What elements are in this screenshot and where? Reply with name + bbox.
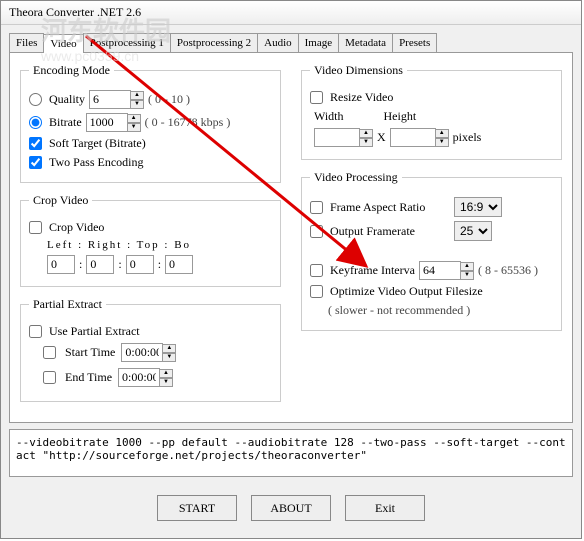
bitrate-down[interactable]: ▼ xyxy=(127,123,141,132)
start-up[interactable]: ▲ xyxy=(162,344,176,353)
check-soft-target[interactable] xyxy=(29,137,42,150)
window-title: Theora Converter .NET 2.6 xyxy=(9,5,141,19)
exit-button[interactable]: Exit xyxy=(345,495,425,521)
start-time-input[interactable] xyxy=(121,343,163,362)
group-crop-video: Crop Video Crop Video Left : Right : Top… xyxy=(20,193,281,287)
keyframe-down[interactable]: ▼ xyxy=(460,271,474,280)
radio-quality[interactable] xyxy=(29,93,42,106)
height-up[interactable]: ▲ xyxy=(435,129,449,138)
check-resize-video[interactable] xyxy=(310,91,323,104)
tab-postprocessing2[interactable]: Postprocessing 2 xyxy=(170,33,258,52)
bitrate-input[interactable] xyxy=(86,113,128,132)
crop-bottom[interactable] xyxy=(165,255,193,274)
tab-audio[interactable]: Audio xyxy=(257,33,299,52)
end-up[interactable]: ▲ xyxy=(159,369,173,378)
app-window: Theora Converter .NET 2.6 河东软件园 www.pc03… xyxy=(0,0,582,539)
height-input[interactable] xyxy=(390,128,436,147)
tabs: Files Video Postprocessing 1 Postprocess… xyxy=(9,33,573,53)
group-video-processing: Video Processing Frame Aspect Ratio 16:9… xyxy=(301,170,562,331)
check-framerate[interactable] xyxy=(310,225,323,238)
width-down[interactable]: ▼ xyxy=(359,138,373,147)
check-two-pass[interactable] xyxy=(29,156,42,169)
tab-image[interactable]: Image xyxy=(298,33,339,52)
group-partial-extract: Partial Extract Use Partial Extract Star… xyxy=(20,297,281,402)
tab-metadata[interactable]: Metadata xyxy=(338,33,393,52)
bitrate-up[interactable]: ▲ xyxy=(127,114,141,123)
group-encoding-mode: Encoding Mode Quality ▲▼ ( 0 - 10 ) Bitr… xyxy=(20,63,281,183)
tab-files[interactable]: Files xyxy=(9,33,44,52)
quality-up[interactable]: ▲ xyxy=(130,91,144,100)
crop-top[interactable] xyxy=(126,255,154,274)
start-button[interactable]: START xyxy=(157,495,237,521)
quality-down[interactable]: ▼ xyxy=(130,100,144,109)
keyframe-up[interactable]: ▲ xyxy=(460,262,474,271)
framerate-select[interactable]: 25 xyxy=(454,221,492,241)
tab-panel-video: Encoding Mode Quality ▲▼ ( 0 - 10 ) Bitr… xyxy=(9,53,573,423)
width-up[interactable]: ▲ xyxy=(359,129,373,138)
tab-video[interactable]: Video xyxy=(43,34,83,53)
aspect-select[interactable]: 16:9 xyxy=(454,197,502,217)
about-button[interactable]: ABOUT xyxy=(251,495,331,521)
tab-presets[interactable]: Presets xyxy=(392,33,437,52)
check-optimize[interactable] xyxy=(310,285,323,298)
check-crop-video[interactable] xyxy=(29,221,42,234)
command-log: --videobitrate 1000 --pp default --audio… xyxy=(9,429,573,477)
start-down[interactable]: ▼ xyxy=(162,353,176,362)
check-keyframe[interactable] xyxy=(310,264,323,277)
quality-input[interactable] xyxy=(89,90,131,109)
width-input[interactable] xyxy=(314,128,360,147)
keyframe-input[interactable] xyxy=(419,261,461,280)
radio-bitrate[interactable] xyxy=(29,116,42,129)
check-start-time[interactable] xyxy=(43,346,56,359)
titlebar: Theora Converter .NET 2.6 xyxy=(1,1,581,25)
check-partial-extract[interactable] xyxy=(29,325,42,338)
crop-right[interactable] xyxy=(86,255,114,274)
group-video-dimensions: Video Dimensions Resize Video Width Heig… xyxy=(301,63,562,160)
crop-left[interactable] xyxy=(47,255,75,274)
end-time-input[interactable] xyxy=(118,368,160,387)
check-end-time[interactable] xyxy=(43,371,56,384)
height-down[interactable]: ▼ xyxy=(435,138,449,147)
check-aspect-ratio[interactable] xyxy=(310,201,323,214)
tab-postprocessing1[interactable]: Postprocessing 1 xyxy=(83,33,171,52)
end-down[interactable]: ▼ xyxy=(159,378,173,387)
